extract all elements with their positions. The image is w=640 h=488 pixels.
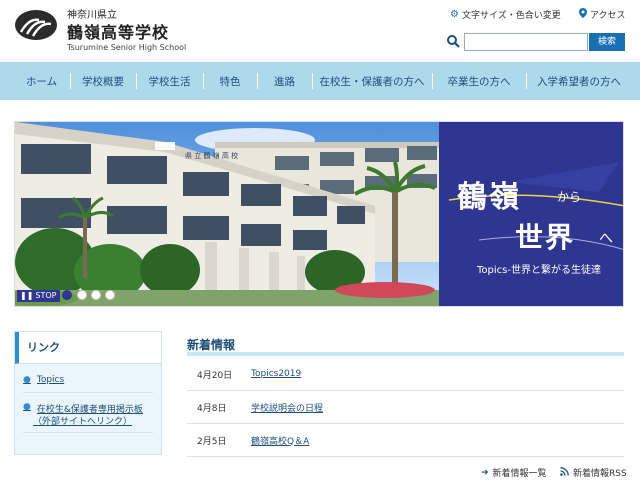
news-rss-link[interactable]: 新着情報RSS <box>560 466 627 479</box>
rss-icon <box>560 466 569 479</box>
stop-label: STOP <box>35 291 57 300</box>
news-link[interactable]: 学校説明会の日程 <box>251 401 323 414</box>
nav-item-career[interactable]: 進路 <box>257 62 312 100</box>
slide-dot-3[interactable] <box>91 290 101 300</box>
search-button[interactable]: 検索 <box>589 33 625 51</box>
link-external-note-label: （外部サイトへリンク） <box>33 417 133 427</box>
divider <box>23 432 153 433</box>
links-heading: リンク <box>15 332 161 364</box>
link-topics[interactable]: ● Topics <box>23 375 64 385</box>
nav-item-graduates[interactable]: 卒業生の方へ <box>432 62 526 100</box>
gear-icon: ⚙ <box>450 9 459 20</box>
pause-icon: ❚❚ <box>20 291 34 300</box>
hero-heading-tsurumine: 鶴嶺 <box>457 180 521 215</box>
hero-heading-kara: から <box>557 190 582 204</box>
text-size-label: 文字サイズ・色合い変更 <box>461 11 561 21</box>
slider-stop-button[interactable]: ❚❚ STOP <box>17 290 60 302</box>
bullet-icon: ● <box>23 402 31 412</box>
access-link[interactable]: アクセス <box>579 8 626 21</box>
hero-subtitle: Topics-世界と繋がる生徒達 <box>477 265 601 276</box>
hero-heading-world: 世界 <box>515 221 576 254</box>
news-link[interactable]: Topics2019 <box>251 369 301 379</box>
slide-dot-4[interactable] <box>105 290 115 300</box>
link-external-note[interactable]: （外部サイトへリンク） <box>33 414 132 427</box>
nav-item-applicants[interactable]: 入学希望者の方へ <box>526 62 632 100</box>
news-date: 4月20日 <box>197 370 233 381</box>
map-pin-icon <box>579 8 587 21</box>
school-building-photo: 県 立 鶴 嶺 高 校 <box>15 122 439 306</box>
global-nav: ホーム 学校概要 学校生活 特色 進路 在校生・保護者の方へ 卒業生の方へ 入学… <box>0 62 640 100</box>
nav-item-features[interactable]: 特色 <box>203 62 257 100</box>
search-icon <box>447 35 460 48</box>
news-link[interactable]: 鶴嶺高校Q＆A <box>251 434 309 447</box>
access-label: アクセス <box>590 11 626 21</box>
hero-heading-he: へ <box>599 231 613 247</box>
news-rss-label: 新着情報RSS <box>573 469 627 479</box>
nav-item-about[interactable]: 学校概要 <box>70 62 136 100</box>
news-heading: 新着情報 <box>187 338 236 352</box>
site-header: 神奈川県立 鶴嶺高等学校 Tsurumine Senior High Schoo… <box>0 0 640 62</box>
bullet-icon: ● <box>23 375 31 385</box>
link-topics-label: Topics <box>36 375 65 385</box>
svg-text:県 立 鶴 嶺 高 校: 県 立 鶴 嶺 高 校 <box>185 151 238 160</box>
school-name-english: Tsurumine Senior High School <box>67 43 187 52</box>
news-list-link[interactable]: ➜ 新着情報一覧 <box>481 466 547 480</box>
nav-item-students-parents[interactable]: 在校生・保護者の方へ <box>312 62 432 100</box>
school-logo-icon[interactable] <box>15 10 57 40</box>
divider <box>23 392 153 393</box>
news-list-label: 新着情報一覧 <box>492 469 547 479</box>
hero-caption-panel: 鶴嶺 から 世界 へ Topics-世界と繋がる生徒達 <box>439 122 623 306</box>
news-row: 4月20日 Topics2019 <box>187 358 624 391</box>
news-row: 2月5日 鶴嶺高校Q＆A <box>187 424 624 457</box>
news-heading-bar <box>187 352 624 356</box>
nav-item-school-life[interactable]: 学校生活 <box>136 62 203 100</box>
text-size-link[interactable]: ⚙ 文字サイズ・色合い変更 <box>450 8 561 21</box>
news-date: 4月8日 <box>197 403 227 414</box>
hero-slider[interactable]: 県 立 鶴 嶺 高 校 鶴嶺 から 世界 へ Topics-世界と繋がる生徒達 <box>14 121 624 307</box>
school-name[interactable]: 鶴嶺高等学校 <box>67 19 169 43</box>
links-sidebar: リンク ● Topics ● 在校生&保護者専用掲示板 （外部サイトへリンク） <box>14 331 162 455</box>
news-date: 2月5日 <box>197 436 227 447</box>
arrow-circle-icon: ➜ <box>481 467 489 478</box>
nav-item-home[interactable]: ホーム <box>13 62 70 100</box>
news-row: 4月8日 学校説明会の日程 <box>187 391 624 424</box>
search-input[interactable] <box>464 33 588 51</box>
slide-dot-1[interactable] <box>62 290 72 300</box>
slide-dot-2[interactable] <box>77 290 87 300</box>
